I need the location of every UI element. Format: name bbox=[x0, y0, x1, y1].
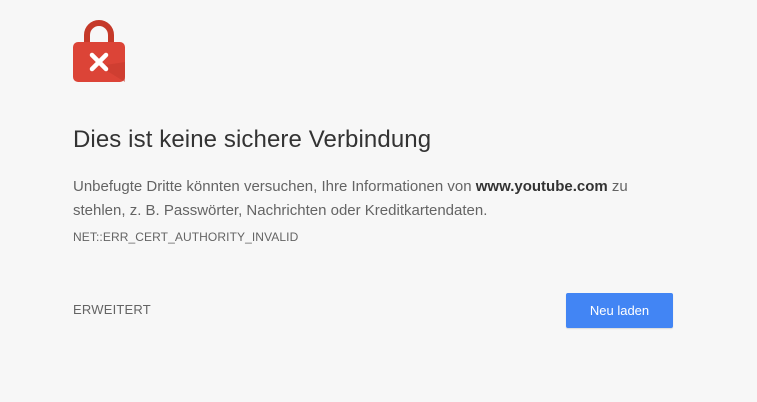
page-title: Dies ist keine sichere Verbindung bbox=[73, 126, 432, 153]
reload-button[interactable]: Neu laden bbox=[566, 293, 673, 328]
domain-name: www.youtube.com bbox=[475, 178, 608, 195]
error-code[interactable]: NET::ERR_CERT_AUTHORITY_INVALID bbox=[73, 230, 683, 244]
interstitial-content: Dies ist keine sichere Verbindung Unbefu… bbox=[73, 18, 683, 244]
explanation-text: Unbefugte Dritte könnten versuchen, Ihre… bbox=[73, 175, 683, 223]
explanation-before-domain: Unbefugte Dritte könnten versuchen, Ihre… bbox=[73, 178, 476, 195]
lock-error-icon bbox=[73, 20, 125, 82]
advanced-button[interactable]: ERWEITERT bbox=[73, 302, 151, 318]
